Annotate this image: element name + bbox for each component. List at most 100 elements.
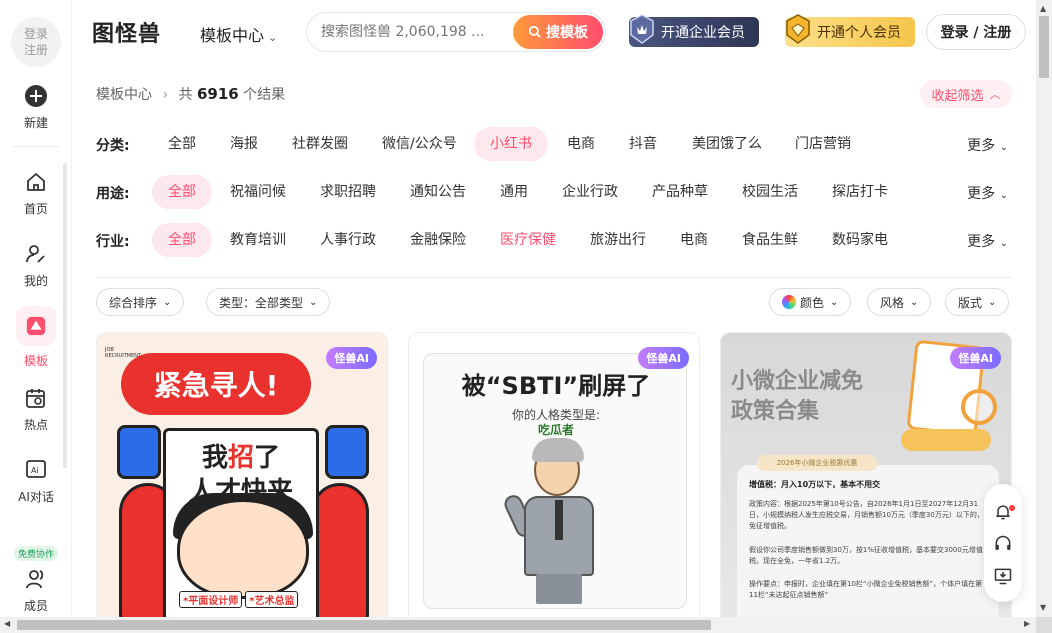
site-logo[interactable]: 图怪兽 xyxy=(92,18,161,47)
filter-option[interactable]: 企业行政 xyxy=(546,175,634,209)
template-card-sbti[interactable]: 被“SBTI”刷屏了 你的人格类型是: 吃瓜者 怪兽AI xyxy=(408,332,700,632)
filter-option[interactable]: 微信/公众号 xyxy=(366,127,473,161)
chevron-right-icon: › xyxy=(162,87,169,103)
login-register-button[interactable]: 登录 / 注册 xyxy=(926,14,1026,50)
scrollbar-corner xyxy=(1036,617,1052,633)
character-face xyxy=(177,499,309,599)
breadcrumb-root[interactable]: 模板中心 xyxy=(96,87,152,103)
sidebar-register-text: 注册 xyxy=(23,43,48,57)
result-prefix: 共 xyxy=(178,87,193,103)
chevron-down-icon: ⌄ xyxy=(830,296,839,308)
sidebar-scrollbar[interactable] xyxy=(63,163,67,468)
filter-row-usage: 用途: 全部 祝福问候 求职招聘 通知公告 通用 企业行政 产品种草 校园生活 … xyxy=(96,175,1012,209)
style-label: 风格 xyxy=(880,295,905,310)
desktop-download-icon[interactable] xyxy=(993,566,1013,586)
filter-option-selected[interactable]: 全部 xyxy=(152,175,212,209)
template-card-tax-policy[interactable]: 小微企业减免 政策合集 2026年小微企业税惠优惠 增值税：月入10万以下，基本… xyxy=(720,332,1012,632)
sidebar-divider xyxy=(12,146,60,147)
left-sidebar: 登录 注册 新建 首页 我的 模板 热点 Ai AI对话 免费协作 成员 xyxy=(0,0,72,633)
card-bold-line: 增值税：月入10万以下，基本不用交 xyxy=(749,480,881,489)
filter-option[interactable]: 祝福问候 xyxy=(214,175,302,209)
chevron-down-icon: ⌄ xyxy=(910,296,919,308)
enterprise-vip-button[interactable]: 开通企业会员 xyxy=(629,14,759,47)
scroll-right-arrow-icon[interactable]: ▶ xyxy=(1024,619,1030,628)
search-button[interactable]: 搜模板 xyxy=(513,15,603,49)
filter-option[interactable]: 数码家电 xyxy=(816,223,904,257)
card-text-line: 增值税：月入10万以下，基本不用交 xyxy=(749,479,989,491)
notification-dot xyxy=(1009,505,1015,511)
coins-illustration xyxy=(901,429,991,451)
filter-option[interactable]: 食品生鲜 xyxy=(726,223,814,257)
user-edit-icon xyxy=(26,245,45,263)
collapse-filter-button[interactable]: 收起筛选 ︿ xyxy=(920,80,1012,108)
card-title-line: 政策合集 xyxy=(731,399,820,424)
scrollbar-thumb[interactable] xyxy=(17,620,711,630)
template-center-nav[interactable]: 模板中心 ⌄ xyxy=(200,22,277,46)
type-dropdown[interactable]: 类型：全部类型 ⌄ xyxy=(206,288,331,316)
filter-option[interactable]: 求职招聘 xyxy=(304,175,392,209)
sidebar-item-hot[interactable]: 热点 xyxy=(0,386,72,433)
filter-option[interactable]: 校园生活 xyxy=(726,175,814,209)
layout-label: 版式 xyxy=(958,295,983,310)
filter-option[interactable]: 旅游出行 xyxy=(574,223,662,257)
result-suffix: 个结果 xyxy=(243,87,286,103)
filter-option[interactable]: 海报 xyxy=(214,127,274,161)
sidebar-item-templates[interactable]: 模板 xyxy=(0,306,72,369)
filter-option[interactable]: 社群发圈 xyxy=(276,127,364,161)
type-label: 类型：全部类型 xyxy=(219,295,304,310)
filter-option-highlighted[interactable]: 医疗保健 xyxy=(484,223,572,257)
scrollbar-thumb[interactable] xyxy=(1039,16,1049,78)
filter-option[interactable]: 抖音 xyxy=(613,127,673,161)
personal-vip-button[interactable]: 开通个人会员 xyxy=(785,14,915,47)
scroll-up-arrow-icon[interactable]: ▲ xyxy=(1040,4,1046,13)
scroll-left-arrow-icon[interactable]: ◀ xyxy=(4,619,10,628)
filter-more-button[interactable]: 更多 ⌄ xyxy=(967,183,1008,203)
filter-more-button[interactable]: 更多 ⌄ xyxy=(967,135,1008,155)
filter-divider xyxy=(96,277,1012,278)
filter-option[interactable]: 全部 xyxy=(152,127,212,161)
filter-option[interactable]: 教育培训 xyxy=(214,223,302,257)
filter-option-selected[interactable]: 全部 xyxy=(152,223,212,257)
filter-option[interactable]: 产品种草 xyxy=(636,175,724,209)
filter-option-selected[interactable]: 小红书 xyxy=(474,127,548,161)
sidebar-item-ai-chat[interactable]: Ai AI对话 xyxy=(0,458,72,505)
layout-dropdown[interactable]: 版式 ⌄ xyxy=(945,288,1010,316)
color-dropdown[interactable]: 颜色 ⌄ xyxy=(769,288,852,316)
filter-option[interactable]: 电商 xyxy=(664,223,724,257)
filter-more-button[interactable]: 更多 ⌄ xyxy=(967,231,1008,251)
filter-option[interactable]: 门店营销 xyxy=(779,127,867,161)
chevron-down-icon: ⌄ xyxy=(988,296,997,308)
card-paper: 2026年小微企业税惠优惠 增值税：月入10万以下，基本不用交 政策内容：根据2… xyxy=(737,455,999,631)
sidebar-login-avatar[interactable]: 登录 注册 xyxy=(11,17,61,67)
headset-icon[interactable] xyxy=(993,534,1013,554)
megaphone-right-icon xyxy=(325,425,369,479)
horizontal-scrollbar[interactable]: ◀ ▶ xyxy=(0,617,1036,633)
sidebar-item-home[interactable]: 首页 xyxy=(0,170,72,217)
sort-dropdown[interactable]: 综合排序 ⌄ xyxy=(96,288,185,316)
nav-label: 模板中心 xyxy=(200,26,265,45)
chevron-down-icon: ⌄ xyxy=(999,142,1008,153)
filter-option[interactable]: 美团饿了么 xyxy=(676,127,778,161)
filter-option[interactable]: 人事行政 xyxy=(304,223,392,257)
filter-option[interactable]: 探店打卡 xyxy=(816,175,904,209)
filter-option[interactable]: 通知公告 xyxy=(394,175,482,209)
sidebar-item-new[interactable]: 新建 xyxy=(0,84,72,131)
filter-option[interactable]: 金融保险 xyxy=(394,223,482,257)
filter-row-category: 分类: 全部 海报 社群发圈 微信/公众号 小红书 电商 抖音 美团饿了么 门店… xyxy=(96,127,1012,161)
color-wheel-icon xyxy=(782,295,796,309)
template-card-recruitment[interactable]: JOB RECRUITMENT 紧急寻人! 我招了 人才快来 *平面设计师 *艺术… xyxy=(96,332,388,632)
scroll-down-arrow-icon[interactable]: ▼ xyxy=(1040,603,1046,612)
filter-option[interactable]: 通用 xyxy=(484,175,544,209)
sidebar-item-members[interactable]: 免费协作 成员 xyxy=(0,546,72,614)
search-button-label: 搜模板 xyxy=(546,25,588,41)
sidebar-item-mine[interactable]: 我的 xyxy=(0,242,72,289)
color-label: 颜色 xyxy=(800,295,825,310)
sidebar-item-label: 成员 xyxy=(23,599,48,613)
style-dropdown[interactable]: 风格 ⌄ xyxy=(867,288,932,316)
personal-vip-label: 开通个人会员 xyxy=(817,25,901,41)
search-bar: 搜模板 xyxy=(306,12,606,52)
card-inner-frame: 被“SBTI”刷屏了 你的人格类型是: 吃瓜者 xyxy=(423,353,687,609)
vertical-scrollbar[interactable]: ▲ ▼ xyxy=(1036,0,1052,617)
search-input[interactable] xyxy=(321,21,491,43)
filter-option[interactable]: 电商 xyxy=(551,127,611,161)
